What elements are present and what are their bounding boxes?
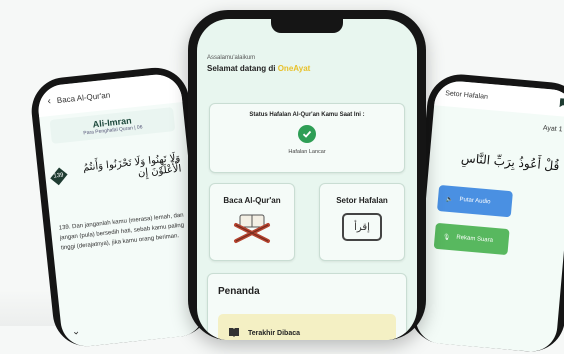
record-voice-label: Rekam Suara [456,234,494,244]
right-phone-screen: Setor Hafalan Ayat 1 قُلْ أَعُوذُ بِرَبِ… [413,79,564,354]
quran-stand-icon [210,211,294,250]
greeting-user: OneAyat [277,64,311,73]
greeting-prefix: Selamat datang di [207,64,276,73]
status-title: Status Hafalan Al-Qur'an Kamu Saat Ini : [249,112,365,118]
bookmark-icon[interactable] [559,97,564,110]
right-header-title: Setor Hafalan [444,89,489,101]
setor-icon-text: إقرأ [354,221,370,233]
speech-bubble-iqra-icon: إقرأ [342,213,382,241]
play-audio-button[interactable]: 🔈 Putar Audio [436,184,513,218]
penanda-card: Penanda Terakhir Dibaca [207,273,407,340]
hafalan-status-card: Status Hafalan Al-Qur'an Kamu Saat Ini :… [209,103,405,173]
status-value: Hafalan Lancar [288,149,326,155]
speaker-icon: 🔈 [445,196,454,203]
chevron-down-icon[interactable]: ⌄ [71,326,80,338]
setor-hafalan-card[interactable]: Setor Hafalan إقرأ [319,183,405,261]
left-header-title: Baca Al-Qur'an [56,90,111,105]
microphone-icon: 🎙 [442,233,451,241]
left-phone-screen: ‹ Baca Al-Qur'an Ali-Imran Para Penghafa… [36,72,207,349]
phone-notch [271,19,343,33]
play-audio-label: Putar Audio [459,196,491,206]
left-phone: ‹ Baca Al-Qur'an Ali-Imran Para Penghafa… [28,64,214,350]
penanda-title: Penanda [218,286,260,297]
check-circle-icon [298,125,316,143]
greeting-welcome: Selamat datang di OneAyat [207,64,310,73]
setor-hafalan-label: Setor Hafalan [336,196,388,205]
center-phone: Assalamu'alaikum Selamat datang di OneAy… [188,10,426,340]
center-phone-screen: Assalamu'alaikum Selamat datang di OneAy… [197,19,417,340]
book-icon [228,327,240,339]
baca-quran-card[interactable]: Baca Al-Qur'an [209,183,295,261]
last-read-label: Terakhir Dibaca [248,329,301,337]
back-arrow-icon[interactable]: ‹ [47,95,51,106]
baca-quran-label: Baca Al-Qur'an [223,196,281,205]
last-read-item[interactable]: Terakhir Dibaca [218,314,396,340]
ayah-number-badge: 139 [50,167,68,186]
ayah-number: 139 [53,172,65,180]
greeting: Assalamu'alaikum Selamat datang di OneAy… [207,55,310,73]
right-phone: Setor Hafalan Ayat 1 قُلْ أَعُوذُ بِرَبِ… [406,71,564,354]
ayah-translation: 139. Dan janganlah kamu (merasa) lemah, … [58,212,185,252]
record-voice-button[interactable]: 🎙 Rekam Suara [433,222,510,256]
greeting-salam: Assalamu'alaikum [207,55,256,61]
